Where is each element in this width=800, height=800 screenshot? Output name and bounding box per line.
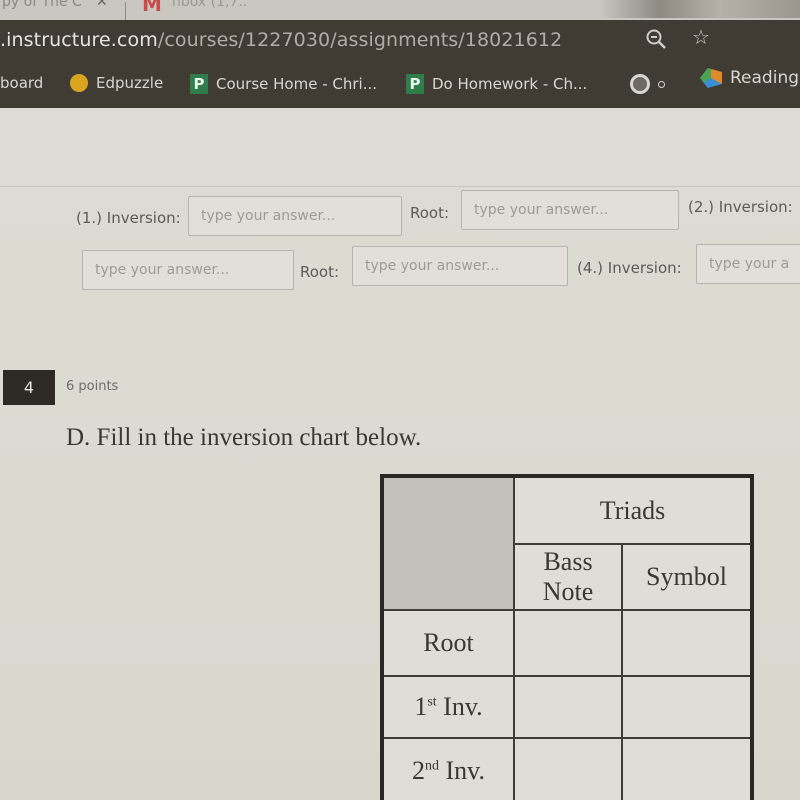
page-content: (1.) Inversion: Root: (2.) Inversion: Ro… [0, 108, 800, 800]
bookmark-reading[interactable]: Reading [700, 68, 799, 88]
bass-note-header-line1: Bass [543, 547, 593, 576]
bass-note-cell[interactable] [513, 737, 623, 800]
ordinal-number: 1 [414, 692, 428, 721]
symbol-header: Symbol [621, 543, 753, 611]
inversion-3-input[interactable] [82, 250, 294, 290]
bass-note-cell[interactable] [513, 609, 623, 677]
url-field[interactable]: .instructure.com/courses/1227030/assignm… [0, 29, 562, 51]
ordinal-number: 2 [412, 755, 425, 785]
tab-separator [125, 2, 126, 20]
row-label-1st-inv: 1st Inv. [381, 675, 515, 739]
bookmark-board[interactable]: board [0, 74, 43, 92]
bookmark-globe[interactable] [630, 74, 665, 94]
ordinal-suffix: nd [425, 757, 439, 773]
root-3-label: Root: [300, 263, 340, 281]
reading-icon [700, 68, 722, 88]
table-row: 1st Inv. [381, 675, 753, 739]
bookmark-star-icon[interactable]: ☆ [692, 25, 710, 49]
root-1-label: Root: [410, 204, 450, 222]
symbol-cell[interactable] [621, 675, 753, 739]
question-points: 6 points [66, 379, 119, 394]
bass-note-cell[interactable] [513, 675, 623, 739]
tab-title[interactable]: py of The C [2, 0, 82, 10]
background-photo-edge [600, 0, 800, 18]
symbol-cell[interactable] [621, 609, 753, 677]
tab-title[interactable]: nbox (1,7.. [172, 0, 247, 10]
inv-label: Inv. [436, 692, 483, 721]
bookmark-label: board [0, 74, 44, 92]
inversion-2-label: (2.) Inversion: [688, 198, 793, 216]
bookmark-label: Do Homework - Ch... [432, 75, 588, 93]
row-label-2nd-inv: 2nd Inv. [381, 737, 515, 800]
table-row: 2nd Inv. [381, 737, 753, 800]
url-path: /courses/1227030/assignments/18021612 [157, 29, 563, 51]
bookmark-label: Reading [730, 68, 800, 88]
corner-shaded-cell [381, 475, 515, 611]
inversion-1-input[interactable] [188, 196, 402, 236]
bookmark-course-home[interactable]: P Course Home - Chri... [190, 74, 377, 94]
bookmarks-bar: board Edpuzzle P Course Home - Chri... P… [0, 62, 800, 108]
ordinal-suffix: st [427, 694, 437, 710]
question-text: D. Fill in the inversion chart below. [66, 424, 422, 451]
bass-note-header: Bass Note [513, 543, 623, 611]
table-row: Root [381, 609, 753, 677]
triads-header: Triads [513, 475, 753, 545]
address-bar[interactable]: .instructure.com/courses/1227030/assignm… [0, 20, 800, 62]
root-1-input[interactable] [461, 190, 679, 230]
globe-icon [630, 74, 650, 94]
bookmark-label: Edpuzzle [96, 74, 164, 92]
bookmark-do-homework[interactable]: P Do Homework - Ch... [406, 74, 587, 94]
bass-note-header-line2: Note [542, 577, 594, 606]
inversion-4-input[interactable] [696, 244, 800, 284]
row-label-root: Root [381, 609, 515, 677]
url-host: .instructure.com [0, 29, 158, 51]
question-number-badge: 4 [3, 370, 55, 405]
close-tab-icon[interactable]: ✕ [96, 0, 108, 10]
inversion-4-label: (4.) Inversion: [577, 259, 682, 277]
zoom-out-icon[interactable] [645, 28, 667, 50]
root-3-input[interactable] [352, 246, 568, 286]
inversion-1-label: (1.) Inversion: [76, 209, 181, 227]
edpuzzle-icon [70, 74, 88, 92]
inversion-chart-table: Triads Bass Note Symbol Root 1st Inv. 2n… [380, 474, 754, 800]
status-dot-icon [658, 80, 665, 88]
pearson-p-icon: P [406, 74, 424, 94]
pearson-p-icon: P [190, 74, 208, 94]
inv-label: Inv. [439, 755, 485, 785]
divider [0, 186, 800, 187]
symbol-cell[interactable] [621, 737, 753, 800]
bookmark-edpuzzle[interactable]: Edpuzzle [70, 74, 163, 92]
gmail-icon: M [142, 0, 162, 16]
bookmark-label: Course Home - Chri... [216, 75, 378, 93]
